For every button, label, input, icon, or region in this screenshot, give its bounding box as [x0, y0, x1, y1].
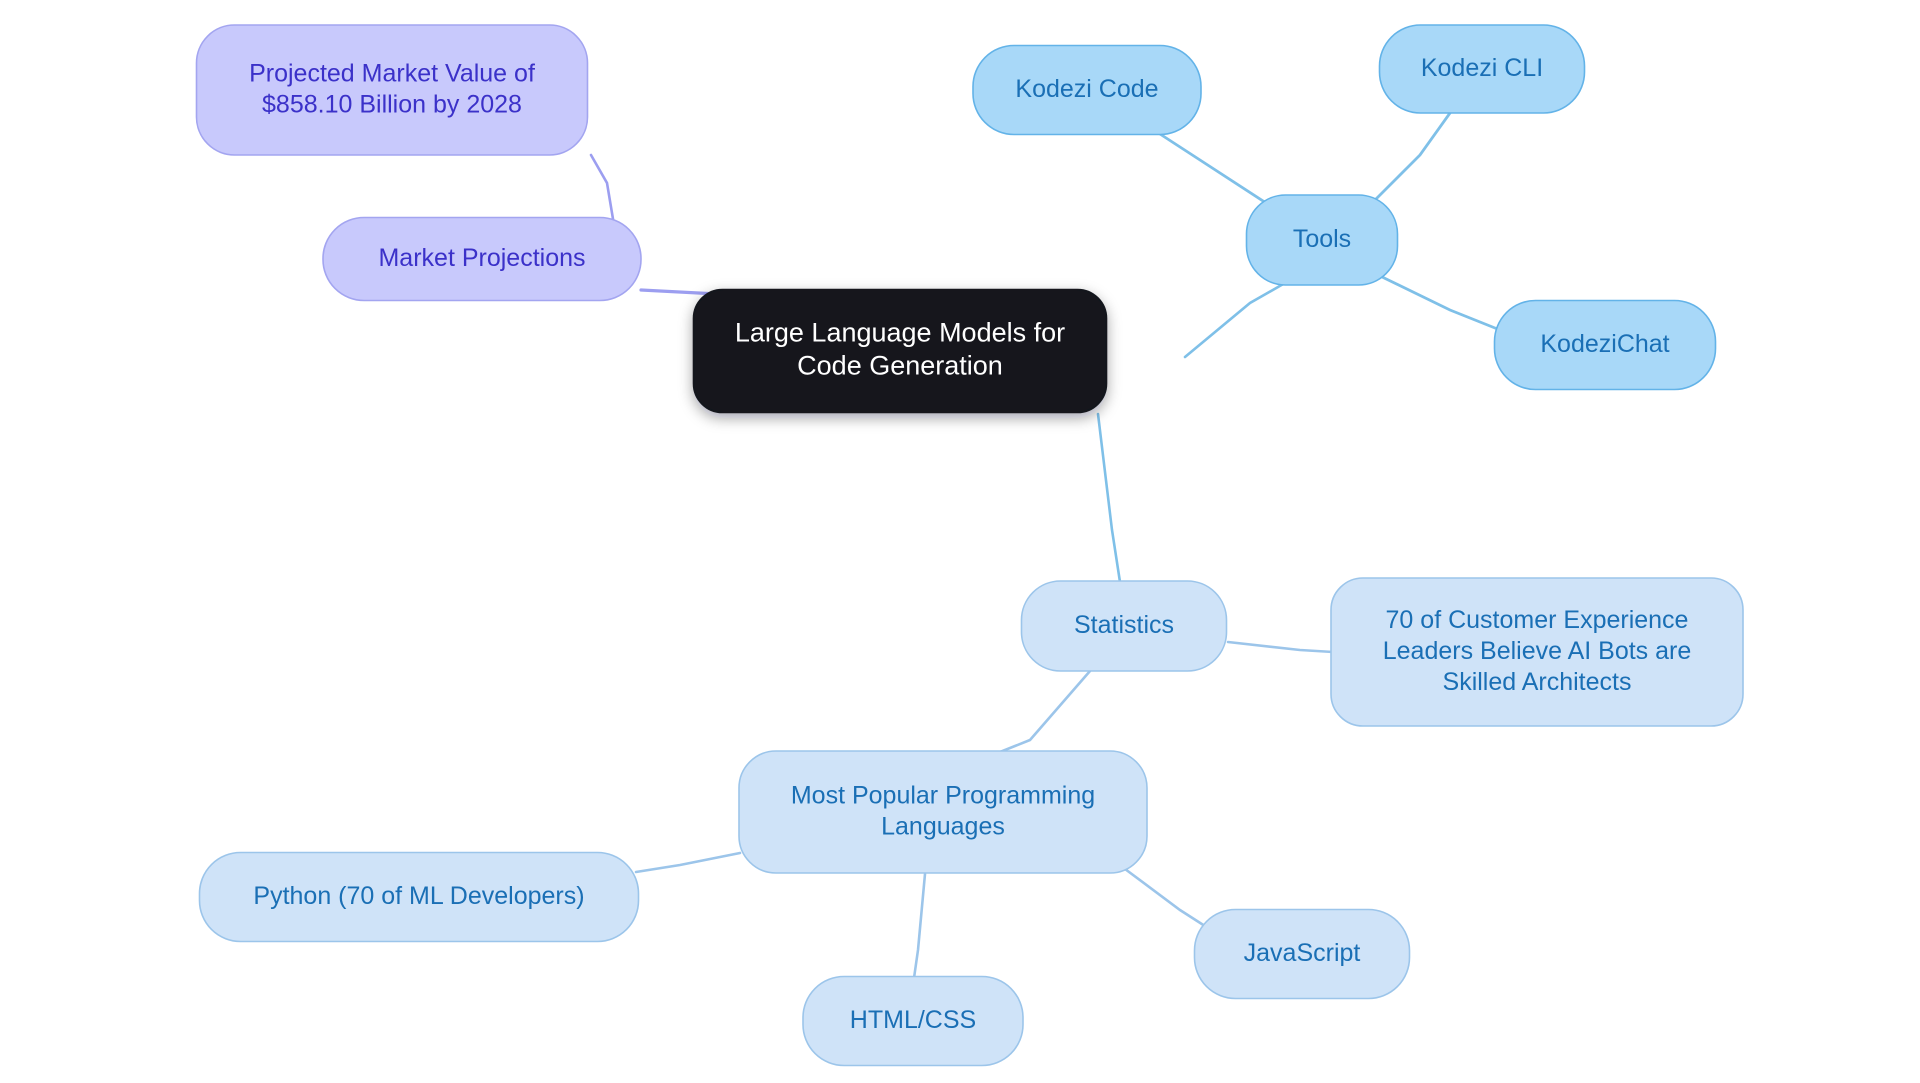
node-label-statistics: Statistics [1074, 611, 1174, 639]
node-label-line: 70 of Customer Experience [1386, 606, 1689, 634]
edge-languages-html-css [912, 872, 927, 980]
node-javascript[interactable]: JavaScript [1193, 908, 1411, 1000]
node-python[interactable]: Python (70 of ML Developers) [198, 851, 640, 943]
node-statistics[interactable]: Statistics [1020, 580, 1228, 672]
edge-languages-python [634, 851, 742, 874]
node-tools[interactable]: Tools [1245, 194, 1399, 286]
edge-statistics-cx-leaders [1226, 640, 1335, 654]
node-label-kodezi-code: Kodezi Code [1015, 75, 1158, 103]
node-label-tools: Tools [1293, 225, 1351, 253]
node-label-kodezi-cli: Kodezi CLI [1421, 54, 1543, 82]
edge-tools-kodezichat [1376, 273, 1502, 332]
node-label-line: Market Projections [378, 244, 585, 272]
mindmap-diagram: Large Language Models for Code Generation… [195, 24, 1744, 1067]
edge-languages-javascript [1119, 864, 1210, 930]
edge-root-statistics [1096, 412, 1122, 584]
node-label-line: Leaders Believe AI Bots are [1383, 637, 1692, 665]
node-label-line: Kodezi Code [1015, 75, 1158, 103]
node-root[interactable]: Large Language Models for Code Generation [692, 288, 1108, 414]
node-kodezi-code[interactable]: Kodezi Code [972, 44, 1202, 136]
node-most-popular-languages[interactable]: Most Popular Programming Languages [738, 750, 1148, 874]
node-label-line: Code Generation [797, 351, 1003, 381]
node-label-line: Languages [881, 812, 1005, 840]
node-label-line: JavaScript [1244, 939, 1361, 967]
mindmap-canvas: Large Language Models for Code Generation… [0, 0, 1920, 1083]
node-kodezi-cli[interactable]: Kodezi CLI [1378, 24, 1586, 114]
node-label-line: Kodezi CLI [1421, 54, 1543, 82]
node-label-line: Tools [1293, 225, 1351, 253]
node-label-line: Statistics [1074, 611, 1174, 639]
node-market-projections[interactable]: Market Projections [322, 216, 642, 302]
node-label-python: Python (70 of ML Developers) [253, 882, 584, 910]
node-label-line: Most Popular Programming [791, 781, 1095, 809]
node-cx-leaders[interactable]: 70 of Customer Experience Leaders Believe… [1330, 577, 1744, 727]
node-label-line: $858.10 Billion by 2028 [262, 90, 522, 118]
node-label-kodezichat: KodeziChat [1540, 330, 1669, 358]
node-html-css[interactable]: HTML/CSS [802, 975, 1024, 1067]
node-label-line: HTML/CSS [850, 1006, 976, 1034]
node-projected-market-value[interactable]: Projected Market Value of $858.10 Billion… [195, 24, 589, 156]
edge-root-tools [1183, 281, 1287, 359]
edge-tools-kodezi-cli [1368, 111, 1452, 207]
node-label-line: Python (70 of ML Developers) [253, 882, 584, 910]
node-label-market-projections: Market Projections [378, 244, 585, 272]
node-label-line: KodeziChat [1540, 330, 1669, 358]
node-label-line: Projected Market Value of [249, 59, 535, 87]
node-label-line: Skilled Architects [1443, 668, 1632, 696]
node-label-html-css: HTML/CSS [850, 1006, 976, 1034]
edge-statistics-languages [993, 669, 1092, 756]
node-label-javascript: JavaScript [1244, 939, 1361, 967]
edge-tools-kodezi-code [1158, 132, 1282, 214]
nodes-layer: Large Language Models for Code Generation… [195, 24, 1744, 1067]
node-kodezichat[interactable]: KodeziChat [1493, 299, 1717, 391]
node-label-line: Large Language Models for [735, 318, 1065, 348]
